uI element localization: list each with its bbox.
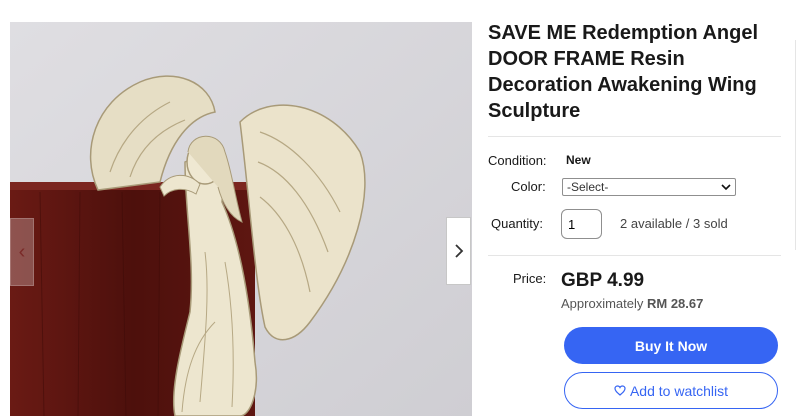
chevron-down-icon bbox=[721, 183, 731, 190]
color-label: Color: bbox=[511, 179, 546, 194]
approx-prefix: Approximately bbox=[561, 296, 644, 311]
availability-text: 2 available / 3 sold bbox=[620, 216, 728, 231]
divider bbox=[488, 136, 781, 137]
approx-price: Approximately RM 28.67 bbox=[561, 296, 703, 311]
product-image-gallery[interactable]: ‹ bbox=[10, 22, 472, 416]
next-image-button[interactable] bbox=[446, 217, 471, 285]
approx-value: RM 28.67 bbox=[647, 296, 704, 311]
condition-label: Condition: bbox=[488, 153, 547, 168]
add-to-watchlist-button[interactable]: Add to watchlist bbox=[564, 372, 778, 409]
chevron-right-icon bbox=[454, 244, 463, 258]
product-photo[interactable] bbox=[10, 22, 472, 416]
price-label: Price: bbox=[513, 271, 547, 286]
scroll-edge bbox=[795, 40, 796, 250]
quantity-label: Quantity: bbox=[491, 216, 544, 231]
previous-image-button[interactable]: ‹ bbox=[10, 218, 34, 286]
color-select-value: -Select- bbox=[567, 180, 609, 194]
item-info: SAVE ME Redemption Angel DOOR FRAME Resi… bbox=[488, 20, 784, 124]
heart-icon bbox=[614, 385, 626, 396]
buy-it-now-button[interactable]: Buy It Now bbox=[564, 327, 778, 364]
divider bbox=[488, 255, 781, 256]
color-select[interactable]: -Select- bbox=[562, 178, 736, 196]
price-value: GBP 4.99 bbox=[561, 270, 645, 291]
condition-value: New bbox=[566, 153, 591, 167]
add-to-watchlist-label: Add to watchlist bbox=[629, 382, 729, 399]
buy-it-now-label: Buy It Now bbox=[634, 337, 708, 354]
chevron-left-icon: ‹ bbox=[18, 240, 26, 263]
quantity-input[interactable] bbox=[561, 209, 602, 239]
item-title: SAVE ME Redemption Angel DOOR FRAME Resi… bbox=[488, 22, 759, 122]
